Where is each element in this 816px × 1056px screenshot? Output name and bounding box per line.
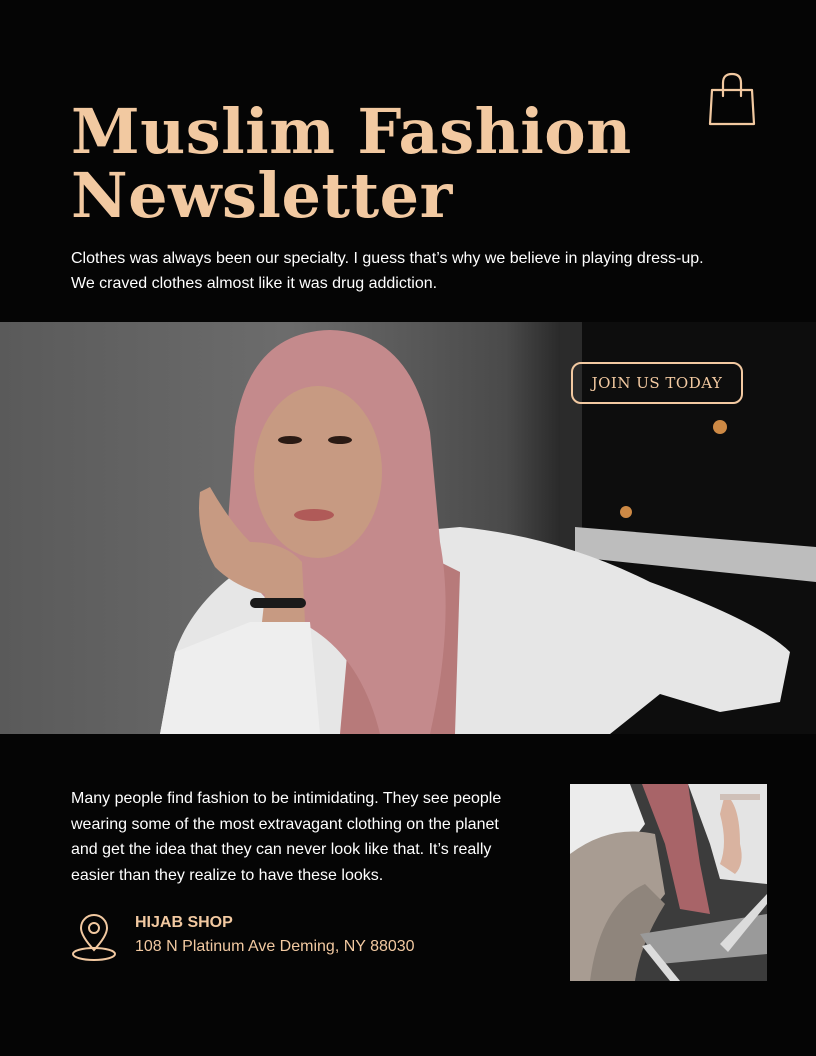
shop-address: 108 N Platinum Ave Deming, NY 88030 — [135, 938, 415, 955]
shopping-bag-icon — [708, 72, 756, 126]
body-paragraph: Many people find fashion to be intimidat… — [71, 790, 502, 884]
detail-photo — [570, 784, 767, 981]
newsletter-title: Muslim Fashion Newsletter — [71, 100, 632, 228]
title-line-2: Newsletter — [71, 159, 453, 232]
intro-line-1: Clothes was always been our specialty. I… — [71, 250, 704, 267]
detail-illustration — [570, 784, 767, 981]
location-pin-icon — [72, 914, 116, 961]
intro-text: Clothes was always been our specialty. I… — [71, 246, 761, 296]
join-us-today-button[interactable]: JOIN US TODAY — [571, 362, 743, 404]
intro-line-2: We craved clothes almost like it was dru… — [71, 275, 438, 292]
shop-name: HIJAB SHOP — [135, 914, 233, 931]
title-line-1: Muslim Fashion — [71, 95, 632, 168]
